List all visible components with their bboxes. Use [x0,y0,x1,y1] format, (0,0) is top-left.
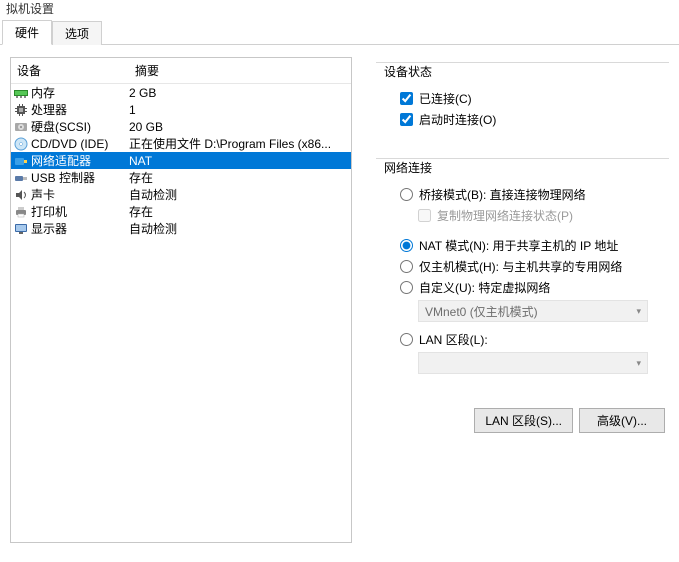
list-item[interactable]: 处理器 1 [11,101,351,118]
combo-custom-vmnet: VMnet0 (仅主机模式) ▾ [418,300,648,322]
printer-icon [13,204,29,220]
list-item[interactable]: CD/DVD (IDE) 正在使用文件 D:\Program Files (x8… [11,135,351,152]
window-title: 拟机设置 [0,0,679,21]
list-item-label: 硬盘(SCSI) [31,118,129,135]
list-item-summary: 2 GB [129,86,349,100]
group-network-connection: 网络连接 桥接模式(B): 直接连接物理网络 复制物理网络连接状态(P) NAT… [376,151,669,392]
list-item-summary: 自动检测 [129,186,349,203]
list-item[interactable]: 声卡 自动检测 [11,186,351,203]
group-title-status: 设备状态 [384,63,436,80]
hdd-icon [13,119,29,135]
list-item[interactable]: 硬盘(SCSI) 20 GB [11,118,351,135]
radio-bridged-input[interactable] [400,188,413,201]
list-item[interactable]: 显示器 自动检测 [11,220,351,237]
radio-bridged-label: 桥接模式(B): 直接连接物理网络 [419,186,586,203]
chevron-down-icon: ▾ [636,358,641,369]
list-item[interactable]: 网络适配器 NAT [11,152,351,169]
checkbox-replicate-label: 复制物理网络连接状态(P) [437,207,573,224]
list-item-summary: 正在使用文件 D:\Program Files (x86... [129,135,349,152]
tab-options[interactable]: 选项 [52,21,102,45]
cd-icon [13,136,29,152]
cpu-icon [13,102,29,118]
checkbox-connected-label: 已连接(C) [419,90,472,107]
group-device-status: 设备状态 已连接(C) 启动时连接(O) [376,55,669,141]
list-item-label: 显示器 [31,220,129,237]
column-header-device[interactable]: 设备 [11,58,129,83]
list-item[interactable]: USB 控制器 存在 [11,169,351,186]
group-title-network: 网络连接 [384,159,436,176]
checkbox-replicate: 复制物理网络连接状态(P) [418,206,661,224]
checkbox-connected[interactable]: 已连接(C) [400,89,661,107]
radio-hostonly-label: 仅主机模式(H): 与主机共享的专用网络 [419,258,622,275]
usb-icon [13,170,29,186]
list-item[interactable]: 打印机 存在 [11,203,351,220]
tab-hardware[interactable]: 硬件 [2,20,52,45]
advanced-button[interactable]: 高级(V)... [579,408,665,433]
memory-icon [13,85,29,101]
radio-bridged[interactable]: 桥接模式(B): 直接连接物理网络 [400,185,661,203]
radio-custom-label: 自定义(U): 特定虚拟网络 [419,279,550,296]
list-item-summary: 自动检测 [129,220,349,237]
list-item-label: 声卡 [31,186,129,203]
combo-lan-segment: ▾ [418,352,648,374]
combo-custom-vmnet-value: VMnet0 (仅主机模式) [425,303,538,320]
checkbox-connect-at-poweron-input[interactable] [400,113,413,126]
list-item-summary: 存在 [129,203,349,220]
radio-lan-segment[interactable]: LAN 区段(L): [400,330,661,348]
device-list: 设备 摘要 内存 2 GB 处理器 1 [10,57,352,543]
checkbox-connect-at-poweron[interactable]: 启动时连接(O) [400,110,661,128]
list-item[interactable]: 内存 2 GB [11,84,351,101]
checkbox-replicate-input [418,209,431,222]
lan-segments-button[interactable]: LAN 区段(S)... [474,408,573,433]
list-item-label: USB 控制器 [31,169,129,186]
sound-icon [13,187,29,203]
column-header-summary[interactable]: 摘要 [129,58,351,83]
checkbox-connected-input[interactable] [400,92,413,105]
radio-lan-segment-label: LAN 区段(L): [419,331,488,348]
radio-custom[interactable]: 自定义(U): 特定虚拟网络 [400,278,661,296]
radio-nat[interactable]: NAT 模式(N): 用于共享主机的 IP 地址 [400,236,661,254]
device-list-header: 设备 摘要 [11,58,351,84]
button-row: LAN 区段(S)... 高级(V)... [376,402,669,433]
list-item-label: 网络适配器 [31,152,129,169]
radio-custom-input[interactable] [400,281,413,294]
list-item-summary: 存在 [129,169,349,186]
list-item-label: 内存 [31,84,129,101]
radio-lan-segment-input[interactable] [400,333,413,346]
list-item-summary: NAT [129,154,349,168]
list-item-summary: 20 GB [129,120,349,134]
radio-nat-label: NAT 模式(N): 用于共享主机的 IP 地址 [419,237,618,254]
radio-nat-input[interactable] [400,239,413,252]
list-item-summary: 1 [129,103,349,117]
list-item-label: 处理器 [31,101,129,118]
list-item-label: CD/DVD (IDE) [31,137,129,151]
tabstrip: 硬件 选项 [0,21,679,45]
network-adapter-icon [13,153,29,169]
checkbox-connect-at-poweron-label: 启动时连接(O) [419,111,496,128]
display-icon [13,221,29,237]
radio-hostonly[interactable]: 仅主机模式(H): 与主机共享的专用网络 [400,257,661,275]
list-item-label: 打印机 [31,203,129,220]
radio-hostonly-input[interactable] [400,260,413,273]
chevron-down-icon: ▾ [636,306,641,317]
